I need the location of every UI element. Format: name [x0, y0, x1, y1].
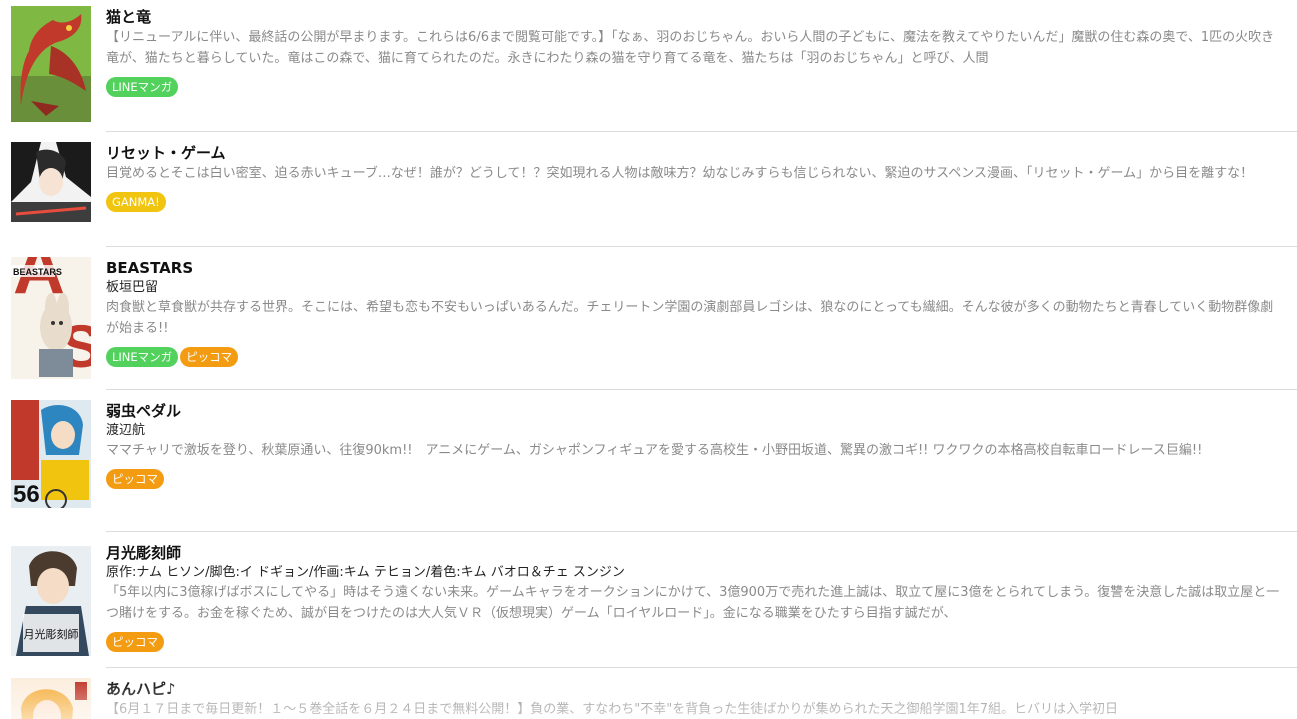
item-info: 月光彫刻師 原作:ナム ヒソン/脚色:イ ドギョン/作画:キム テヒョン/着色:…	[106, 544, 1283, 652]
item-info: BEASTARS 板垣巴留 肉食獣と草食獣が共存する世界。そこには、希望も恋も不…	[106, 259, 1283, 367]
item-description: 「5年以内に3億稼げばボスにしてやる」時はそう遠くない未来。ゲームキャラをオーク…	[106, 585, 1280, 621]
item-description: 【リニューアルに伴い、最終話の公開が早まります。これらは6/6まで閲覧可能です。…	[106, 30, 1275, 66]
list-item[interactable]: 月光彫刻師 月光彫刻師 原作:ナム ヒソン/脚色:イ ドギョン/作画:キム テヒ…	[0, 532, 1297, 668]
item-description: 目覚めるとそこは白い密室、迫る赤いキューブ…なぜ！誰が？どうして！？突如現れる人…	[106, 166, 1254, 181]
badge-line-manga[interactable]: LINEマンガ	[106, 77, 179, 97]
cover-thumbnail[interactable]	[11, 678, 91, 719]
badge-piccoma[interactable]: ピッコマ	[106, 469, 164, 489]
anhapi-cover-icon	[11, 678, 91, 719]
manga-cover-icon	[11, 142, 91, 222]
item-info: 弱虫ペダル 渡辺航 ママチャリで激坂を登り、秋葉原通い、往復90km!! アニメ…	[106, 402, 1283, 489]
item-title[interactable]: 猫と竜	[106, 8, 1283, 27]
cover-thumbnail[interactable]: 月光彫刻師	[11, 546, 91, 656]
dragon-cover-icon	[11, 6, 91, 122]
badge-ganma[interactable]: GANMA!	[106, 192, 166, 212]
cover-text: BEASTARS	[13, 267, 62, 277]
platform-badges: ピッコマ	[106, 632, 1283, 652]
item-author: 原作:ナム ヒソン/脚色:イ ドギョン/作画:キム テヒョン/着色:キム バオロ…	[106, 565, 625, 580]
cover-thumbnail[interactable]	[11, 6, 91, 122]
item-title[interactable]: 弱虫ペダル	[106, 402, 1283, 421]
cycling-cover-icon: 56	[11, 400, 91, 520]
item-author: 渡辺航	[106, 423, 146, 438]
item-title[interactable]: BEASTARS	[106, 259, 1283, 278]
badge-piccoma[interactable]: ピッコマ	[106, 632, 164, 652]
svg-text:A: A	[13, 257, 65, 309]
badge-line-manga[interactable]: LINEマンガ	[106, 347, 179, 367]
item-info: リセット・ゲーム 目覚めるとそこは白い密室、迫る赤いキューブ…なぜ！誰が？どうし…	[106, 144, 1283, 212]
item-info: あんハピ♪ 【6月１７日まで毎日更新！１～５巻全話を６月２４日まで無料公開！】負…	[106, 680, 1283, 719]
platform-badges: LINEマンガ ピッコマ	[106, 347, 1283, 367]
manga-list: 猫と竜 【リニューアルに伴い、最終話の公開が早まります。これらは6/6まで閲覧可…	[0, 0, 1297, 719]
cover-text: 月光彫刻師	[24, 627, 79, 641]
list-item[interactable]: 猫と竜 【リニューアルに伴い、最終話の公開が早まります。これらは6/6まで閲覧可…	[0, 0, 1297, 132]
item-title[interactable]: 月光彫刻師	[106, 544, 1283, 563]
item-title[interactable]: あんハピ♪	[106, 680, 1283, 699]
platform-badges: LINEマンガ	[106, 77, 1283, 97]
list-item[interactable]: リセット・ゲーム 目覚めるとそこは白い密室、迫る赤いキューブ…なぜ！誰が？どうし…	[0, 132, 1297, 247]
item-title[interactable]: リセット・ゲーム	[106, 144, 1283, 163]
item-description: 肉食獣と草食獣が共存する世界。そこには、希望も恋も不安もいっぱいあるんだ。チェリ…	[106, 300, 1274, 336]
list-item[interactable]: 56 弱虫ペダル 渡辺航 ママチャリで激坂を登り、秋葉原通い、往復90km!! …	[0, 390, 1297, 532]
item-description: ママチャリで激坂を登り、秋葉原通い、往復90km!! アニメにゲーム、ガシャポン…	[106, 443, 1203, 458]
cover-thumbnail[interactable]: A S BEASTARS	[11, 257, 91, 379]
platform-badges: ピッコマ	[106, 469, 1283, 489]
cover-thumbnail[interactable]	[11, 142, 91, 222]
item-author: 板垣巴留	[106, 280, 159, 295]
cover-text: 56	[13, 481, 40, 508]
badge-piccoma[interactable]: ピッコマ	[180, 347, 239, 367]
platform-badges: GANMA!	[106, 192, 1283, 212]
list-item[interactable]: あんハピ♪ 【6月１７日まで毎日更新！１～５巻全話を６月２４日まで無料公開！】負…	[0, 668, 1297, 719]
sculptor-cover-icon: 月光彫刻師	[11, 546, 91, 656]
beastars-cover-icon: A S BEASTARS	[11, 257, 91, 379]
cover-thumbnail[interactable]: 56	[11, 400, 91, 520]
item-info: 猫と竜 【リニューアルに伴い、最終話の公開が早まります。これらは6/6まで閲覧可…	[106, 8, 1283, 97]
list-item[interactable]: A S BEASTARS BEASTARS 板垣巴留 肉食獣と草食獣が共存する世…	[0, 247, 1297, 390]
item-description: 【6月１７日まで毎日更新！１～５巻全話を６月２４日まで無料公開！】負の業、すなわ…	[106, 702, 1119, 717]
